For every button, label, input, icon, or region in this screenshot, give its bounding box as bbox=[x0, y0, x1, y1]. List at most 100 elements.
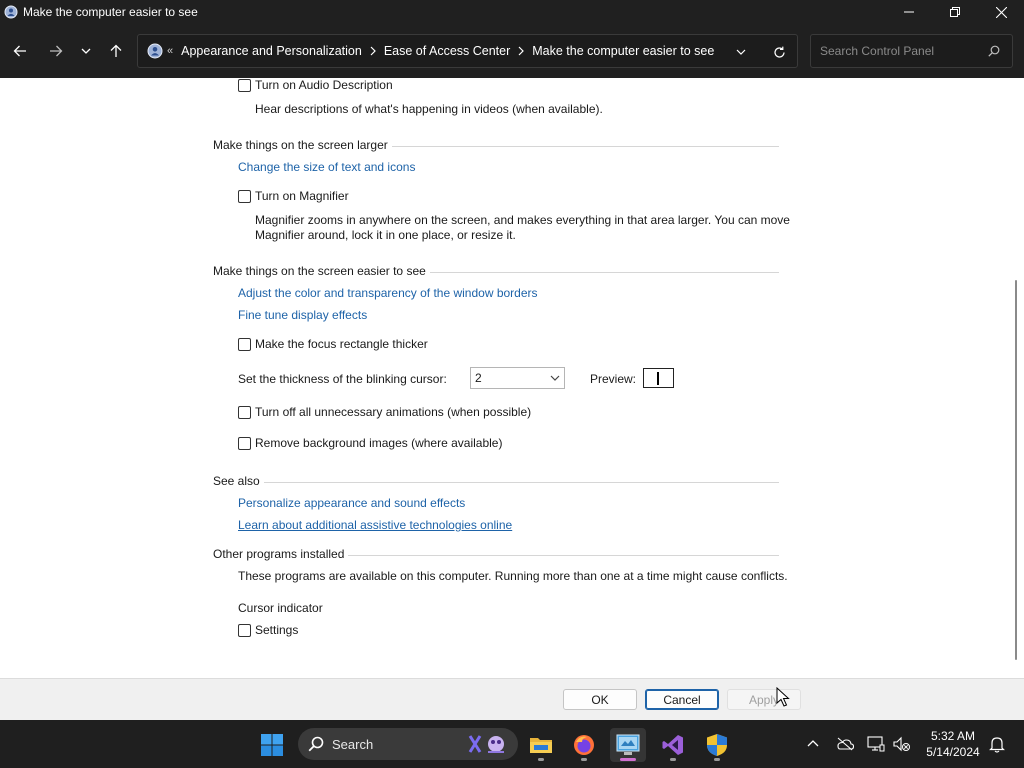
title-bar: Make the computer easier to see bbox=[0, 0, 1024, 24]
magnifier-checkbox[interactable]: Turn on Magnifier bbox=[238, 189, 349, 203]
assistive-technologies-link[interactable]: Learn about additional assistive technol… bbox=[238, 518, 512, 532]
tray-chevron-icon bbox=[807, 740, 819, 747]
notifications-button[interactable] bbox=[987, 734, 1007, 754]
start-button[interactable] bbox=[254, 728, 290, 762]
section-divider bbox=[263, 481, 779, 483]
section-heading: Other programs installed bbox=[213, 547, 345, 561]
address-dropdown-button[interactable] bbox=[733, 44, 749, 60]
recent-locations-button[interactable] bbox=[74, 39, 98, 63]
running-indicator bbox=[714, 758, 720, 761]
cursor-indicator-settings-checkbox[interactable]: Settings bbox=[238, 623, 298, 637]
show-hidden-icons-button[interactable] bbox=[803, 734, 823, 754]
file-explorer-taskbar-button[interactable] bbox=[523, 728, 559, 762]
volume-muted-icon bbox=[893, 736, 910, 752]
ok-button[interactable]: OK bbox=[563, 689, 637, 710]
navigation-bar: « Appearance and Personalization Ease of… bbox=[0, 24, 1024, 78]
taskbar-search[interactable]: Search bbox=[298, 728, 518, 760]
scrollbar-thumb[interactable] bbox=[1015, 280, 1017, 660]
cursor-caret bbox=[657, 372, 659, 385]
active-indicator bbox=[620, 758, 636, 761]
breadcrumb-separator-icon[interactable] bbox=[518, 46, 525, 56]
section-see-also: See also bbox=[213, 474, 779, 488]
windows-start-icon bbox=[261, 734, 283, 756]
visual-studio-taskbar-button[interactable] bbox=[655, 728, 691, 762]
breadcrumb-ease-of-access[interactable]: Ease of Access Center bbox=[384, 44, 510, 58]
onedrive-icon bbox=[837, 737, 854, 751]
vertical-scrollbar[interactable] bbox=[1013, 78, 1019, 663]
animations-label: Turn off all unnecessary animations (whe… bbox=[255, 405, 532, 419]
taskbar-search-label: Search bbox=[332, 736, 374, 752]
volume-tray-button[interactable] bbox=[892, 734, 912, 754]
magnifier-label: Turn on Magnifier bbox=[255, 189, 349, 203]
personalize-link[interactable]: Personalize appearance and sound effects bbox=[238, 496, 465, 510]
search-icon bbox=[308, 736, 324, 752]
section-divider bbox=[429, 271, 779, 273]
checkbox-box[interactable] bbox=[238, 436, 251, 450]
search-icon bbox=[988, 45, 1000, 57]
control-panel-icon bbox=[4, 5, 18, 19]
checkbox-box[interactable] bbox=[238, 78, 251, 92]
close-icon bbox=[995, 6, 1007, 18]
cursor-preview bbox=[643, 368, 674, 388]
window-title: Make the computer easier to see bbox=[23, 5, 198, 19]
audio-description-checkbox[interactable]: Turn on Audio Description bbox=[238, 78, 393, 92]
address-bar[interactable]: « Appearance and Personalization Ease of… bbox=[137, 34, 798, 68]
control-panel-taskbar-button[interactable] bbox=[610, 728, 646, 762]
forward-button[interactable] bbox=[44, 39, 68, 63]
visual-studio-icon bbox=[662, 735, 683, 755]
onedrive-tray-button[interactable] bbox=[835, 734, 855, 754]
focus-rectangle-label: Make the focus rectangle thicker bbox=[255, 337, 428, 351]
firefox-taskbar-button[interactable] bbox=[566, 728, 602, 762]
chevron-down-icon bbox=[550, 375, 560, 381]
section-heading: Make things on the screen larger bbox=[213, 138, 388, 152]
checkbox-box[interactable] bbox=[238, 405, 251, 419]
magnifier-desc: Magnifier around, lock it in one place, … bbox=[255, 228, 516, 242]
cursor-thickness-select[interactable]: 2 bbox=[470, 367, 565, 389]
notification-bell-icon bbox=[989, 736, 1005, 753]
background-images-checkbox[interactable]: Remove background images (where availabl… bbox=[238, 436, 502, 450]
breadcrumb-current[interactable]: Make the computer easier to see bbox=[532, 44, 714, 58]
close-button[interactable] bbox=[978, 0, 1024, 24]
clock-date: 5/14/2024 bbox=[926, 745, 980, 759]
back-arrow-icon bbox=[13, 45, 26, 57]
system-clock[interactable]: 5:32 AM 5/14/2024 bbox=[918, 728, 988, 760]
cancel-button[interactable]: Cancel bbox=[645, 689, 719, 710]
maximize-button[interactable] bbox=[932, 0, 978, 24]
section-other-programs: Other programs installed bbox=[213, 547, 779, 561]
focus-rectangle-checkbox[interactable]: Make the focus rectangle thicker bbox=[238, 337, 428, 351]
mouse-pointer-icon bbox=[776, 687, 790, 707]
up-button[interactable] bbox=[104, 39, 128, 63]
animations-checkbox[interactable]: Turn off all unnecessary animations (whe… bbox=[238, 405, 531, 419]
breadcrumb-appearance[interactable]: Appearance and Personalization bbox=[181, 44, 362, 58]
cursor-indicator-label: Cursor indicator bbox=[238, 601, 323, 615]
settings-label: Settings bbox=[255, 623, 299, 637]
checkbox-box[interactable] bbox=[238, 337, 251, 351]
search-input[interactable] bbox=[820, 44, 980, 58]
fine-tune-link[interactable]: Fine tune display effects bbox=[238, 308, 367, 322]
control-panel-taskbar-icon bbox=[616, 734, 640, 755]
clock-time: 5:32 AM bbox=[930, 729, 976, 743]
search-box[interactable] bbox=[810, 34, 1013, 68]
audio-description-label: Turn on Audio Description bbox=[255, 78, 393, 92]
security-shield-icon bbox=[707, 734, 727, 756]
adjust-color-link[interactable]: Adjust the color and transparency of the… bbox=[238, 286, 538, 300]
change-size-link[interactable]: Change the size of text and icons bbox=[238, 160, 415, 174]
search-highlight-icon bbox=[468, 735, 504, 753]
audio-description-desc: Hear descriptions of what's happening in… bbox=[255, 102, 603, 116]
checkbox-box[interactable] bbox=[238, 623, 251, 637]
breadcrumb-separator-icon[interactable] bbox=[370, 46, 376, 56]
refresh-button[interactable] bbox=[771, 44, 787, 60]
back-button[interactable] bbox=[8, 39, 32, 63]
security-taskbar-button[interactable] bbox=[699, 728, 735, 762]
minimize-button[interactable] bbox=[886, 0, 932, 24]
preview-label: Preview: bbox=[590, 372, 637, 386]
overflow-chevron-icon[interactable]: « bbox=[167, 45, 173, 57]
other-programs-desc: These programs are available on this com… bbox=[238, 569, 788, 583]
background-images-label: Remove background images (where availabl… bbox=[255, 436, 503, 450]
file-explorer-icon bbox=[530, 738, 552, 753]
checkbox-box[interactable] bbox=[238, 189, 251, 203]
recent-chevron-icon bbox=[81, 48, 91, 54]
network-tray-button[interactable] bbox=[866, 734, 886, 754]
taskbar: Search 5:32 AM 5/14/2024 bbox=[0, 720, 1024, 768]
forward-arrow-icon bbox=[50, 45, 63, 57]
